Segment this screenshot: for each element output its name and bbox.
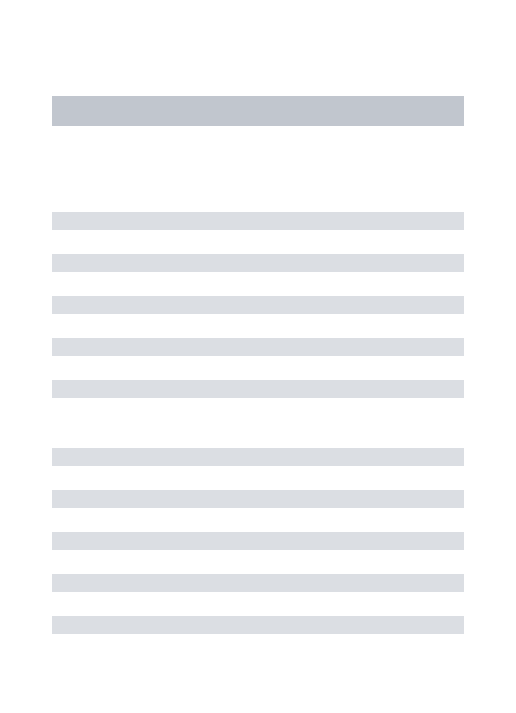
skeleton-container bbox=[0, 0, 516, 634]
skeleton-line bbox=[52, 448, 464, 466]
skeleton-line bbox=[52, 296, 464, 314]
skeleton-line bbox=[52, 212, 464, 230]
skeleton-line bbox=[52, 532, 464, 550]
skeleton-paragraph-2 bbox=[52, 448, 464, 634]
skeleton-paragraph-1 bbox=[52, 212, 464, 398]
skeleton-line bbox=[52, 338, 464, 356]
skeleton-line bbox=[52, 574, 464, 592]
skeleton-title-bar bbox=[52, 96, 464, 126]
skeleton-line bbox=[52, 616, 464, 634]
skeleton-line bbox=[52, 380, 464, 398]
skeleton-line bbox=[52, 490, 464, 508]
skeleton-line bbox=[52, 254, 464, 272]
